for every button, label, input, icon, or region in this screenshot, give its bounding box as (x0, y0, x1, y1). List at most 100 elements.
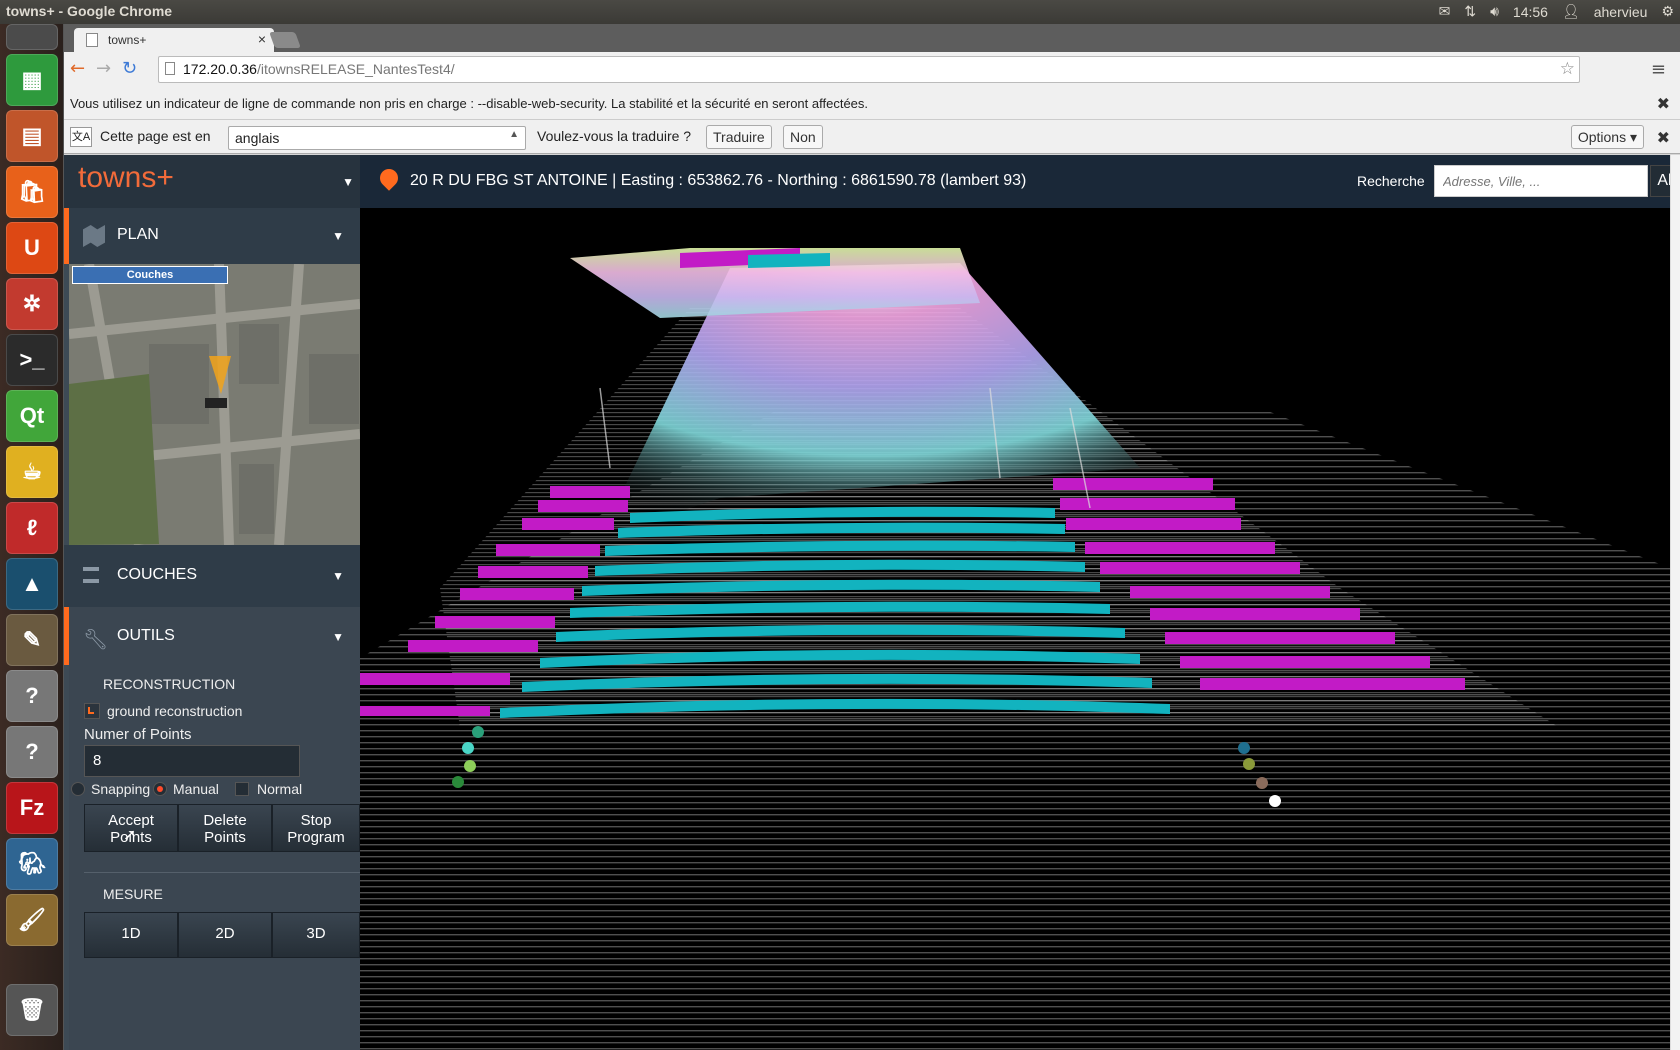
mouse-cursor-icon: ➚ (123, 827, 137, 844)
search-input[interactable] (1434, 165, 1648, 197)
url-path: /itownsRELEASE_NantesTest4/ (256, 61, 455, 77)
page-info-icon[interactable] (165, 62, 175, 75)
stop-program-button[interactable]: Stop Program (272, 804, 360, 852)
location-bar: 20 R DU FBG ST ANTOINE | Easting : 65386… (360, 155, 1680, 208)
couches-section-header[interactable]: COUCHES ▼ (64, 545, 360, 607)
no-translate-button[interactable]: Non (783, 125, 823, 149)
close-tab-icon[interactable]: × (258, 31, 266, 47)
unknown-app-icon-2[interactable]: ? (6, 726, 58, 778)
minimap-image (69, 264, 360, 545)
translate-prefix: Cette page est en (100, 128, 211, 144)
network-icon[interactable]: ⇅ (1464, 3, 1476, 20)
stop-line2: Program (287, 829, 345, 846)
plan-section-header[interactable]: PLAN ▼ (64, 208, 360, 264)
reload-icon[interactable]: ↻ (122, 58, 137, 79)
layers-icon (83, 567, 99, 583)
settings-gear-icon[interactable]: ⚙ (1661, 3, 1674, 20)
ground-reconstruction-label: ground reconstruction (107, 703, 243, 719)
chevron-down-icon: ▼ (332, 229, 344, 243)
options-button[interactable]: Options ▾ (1570, 125, 1644, 149)
measure-1d-button[interactable]: 1D (84, 912, 178, 958)
towns-logo[interactable]: towns+ ▼ (64, 155, 360, 208)
measure-3d-button[interactable]: 3D (272, 912, 360, 958)
chevron-down-icon: ▼ (332, 569, 344, 583)
outils-section-header[interactable]: 🔧︎ OUTILS ▼ (64, 607, 360, 665)
trash-icon[interactable]: 🗑︎ (6, 984, 58, 1036)
translate-button[interactable]: Traduire (706, 125, 772, 149)
divider (84, 872, 360, 873)
select-arrows-icon: ▲ (509, 129, 519, 140)
map-icon (83, 225, 105, 247)
new-tab-button[interactable] (269, 32, 301, 48)
presentation-icon[interactable]: ▤ (6, 110, 58, 162)
reconstruction-heading: RECONSTRUCTION (103, 676, 236, 692)
filezilla-icon[interactable]: Fz (6, 782, 58, 834)
system-settings-icon[interactable]: ✲ (6, 278, 58, 330)
num-points-input[interactable]: 8 (84, 745, 300, 777)
warning-infobar: Vous utilisez un indicateur de ligne de … (64, 88, 1680, 120)
manual-radio[interactable] (153, 782, 167, 796)
user-name[interactable]: ahervieu (1594, 4, 1648, 20)
aerial-minimap[interactable]: Couches (69, 264, 360, 545)
system-tray: ✉ ⇅ 🔊︎ 14:56 👤︎ ahervieu ⚙ (1439, 3, 1674, 20)
meshlab-icon[interactable]: ▲ (6, 558, 58, 610)
volume-icon[interactable]: 🔊︎ (1490, 3, 1499, 20)
qt-creator-icon[interactable]: Qt (6, 390, 58, 442)
snapping-radio[interactable] (71, 782, 85, 796)
close-warning-icon[interactable]: ✖ (1657, 94, 1670, 114)
forward-icon[interactable]: → (96, 58, 111, 79)
os-top-panel: towns+ - Google Chrome ✉ ⇅ 🔊︎ 14:56 👤︎ a… (0, 0, 1680, 24)
chevron-down-icon: ▼ (332, 630, 344, 644)
unity-launcher: ▦ ▤ 🛍︎ U ✲ >_ Qt ☕︎ ℓ ▲ ✎ ? ? Fz 🐘︎ 🖌︎ 🗑… (0, 24, 64, 1050)
language-select[interactable]: anglais ▲ (228, 126, 526, 150)
back-icon[interactable]: ← (70, 58, 85, 79)
software-center-icon[interactable]: 🛍︎ (6, 166, 58, 218)
browser-window: towns+ × ← → ↻ 172.20.0.36/itownsRELEASE… (64, 24, 1680, 1050)
num-points-label: Numer of Points (84, 726, 192, 743)
teapot-icon[interactable]: ☕︎ (6, 446, 58, 498)
bookmark-star-icon[interactable]: ☆ (1560, 59, 1575, 79)
ubuntu-one-icon[interactable]: U (6, 222, 58, 274)
launcher-app-icon[interactable] (6, 24, 58, 50)
address-coordinates: 20 R DU FBG ST ANTOINE | Easting : 65386… (410, 172, 1027, 189)
mesure-heading: MESURE (103, 886, 163, 902)
mail-icon[interactable]: ✉ (1439, 3, 1451, 20)
translate-infobar: 文A Cette page est en anglais ▲ Voulez-vo… (64, 120, 1680, 154)
acrobat-icon[interactable]: ℓ (6, 502, 58, 554)
delete-line1: Delete (203, 812, 247, 829)
page-scrollbar[interactable] (1670, 155, 1680, 1050)
unknown-app-icon[interactable]: ? (6, 670, 58, 722)
paint-icon[interactable]: 🖌︎ (6, 894, 58, 946)
num-points-value: 8 (93, 752, 102, 769)
logo-dropdown-icon[interactable]: ▼ (342, 175, 354, 189)
page-icon (86, 33, 98, 47)
address-bar[interactable]: 172.20.0.36/itownsRELEASE_NantesTest4/ ☆ (158, 56, 1580, 83)
tools-panel: RECONSTRUCTION ground reconstruction Num… (69, 665, 360, 1050)
normal-checkbox[interactable] (235, 782, 249, 796)
tab-title: towns+ (108, 33, 147, 47)
gimp-icon[interactable]: ✎ (6, 614, 58, 666)
menu-icon[interactable]: ≡ (1651, 59, 1666, 80)
clock[interactable]: 14:56 (1513, 4, 1548, 20)
translate-icon: 文A (70, 127, 92, 147)
point-cloud-viewer[interactable] (360, 208, 1670, 1050)
tab-strip: towns+ × (64, 24, 1680, 52)
close-translate-icon[interactable]: ✖ (1657, 128, 1670, 148)
terminal-icon[interactable]: >_ (6, 334, 58, 386)
spreadsheet-icon[interactable]: ▦ (6, 54, 58, 106)
browser-tab[interactable]: towns+ × (74, 28, 274, 52)
user-icon: 👤︎ (1561, 3, 1580, 19)
url-host: 172.20.0.36 (183, 61, 257, 77)
browser-toolbar: ← → ↻ 172.20.0.36/itownsRELEASE_NantesTe… (64, 52, 1680, 88)
options-label: Options (1577, 129, 1627, 145)
ground-reconstruction-checkbox[interactable] (84, 703, 100, 719)
measure-2d-button[interactable]: 2D (178, 912, 272, 958)
pgadmin-icon[interactable]: 🐘︎ (6, 838, 58, 890)
point-cloud-canvas (360, 208, 1670, 1050)
couches-button[interactable]: Couches (72, 266, 228, 284)
delete-points-button[interactable]: Delete Points (178, 804, 272, 852)
sidebar: towns+ ▼ PLAN ▼ Couches COUCHES ▼ 🔧︎ OUT… (64, 155, 360, 1050)
snapping-label: Snapping (91, 781, 151, 797)
logo-text: towns+ (78, 161, 174, 194)
outils-title: OUTILS (117, 627, 175, 644)
